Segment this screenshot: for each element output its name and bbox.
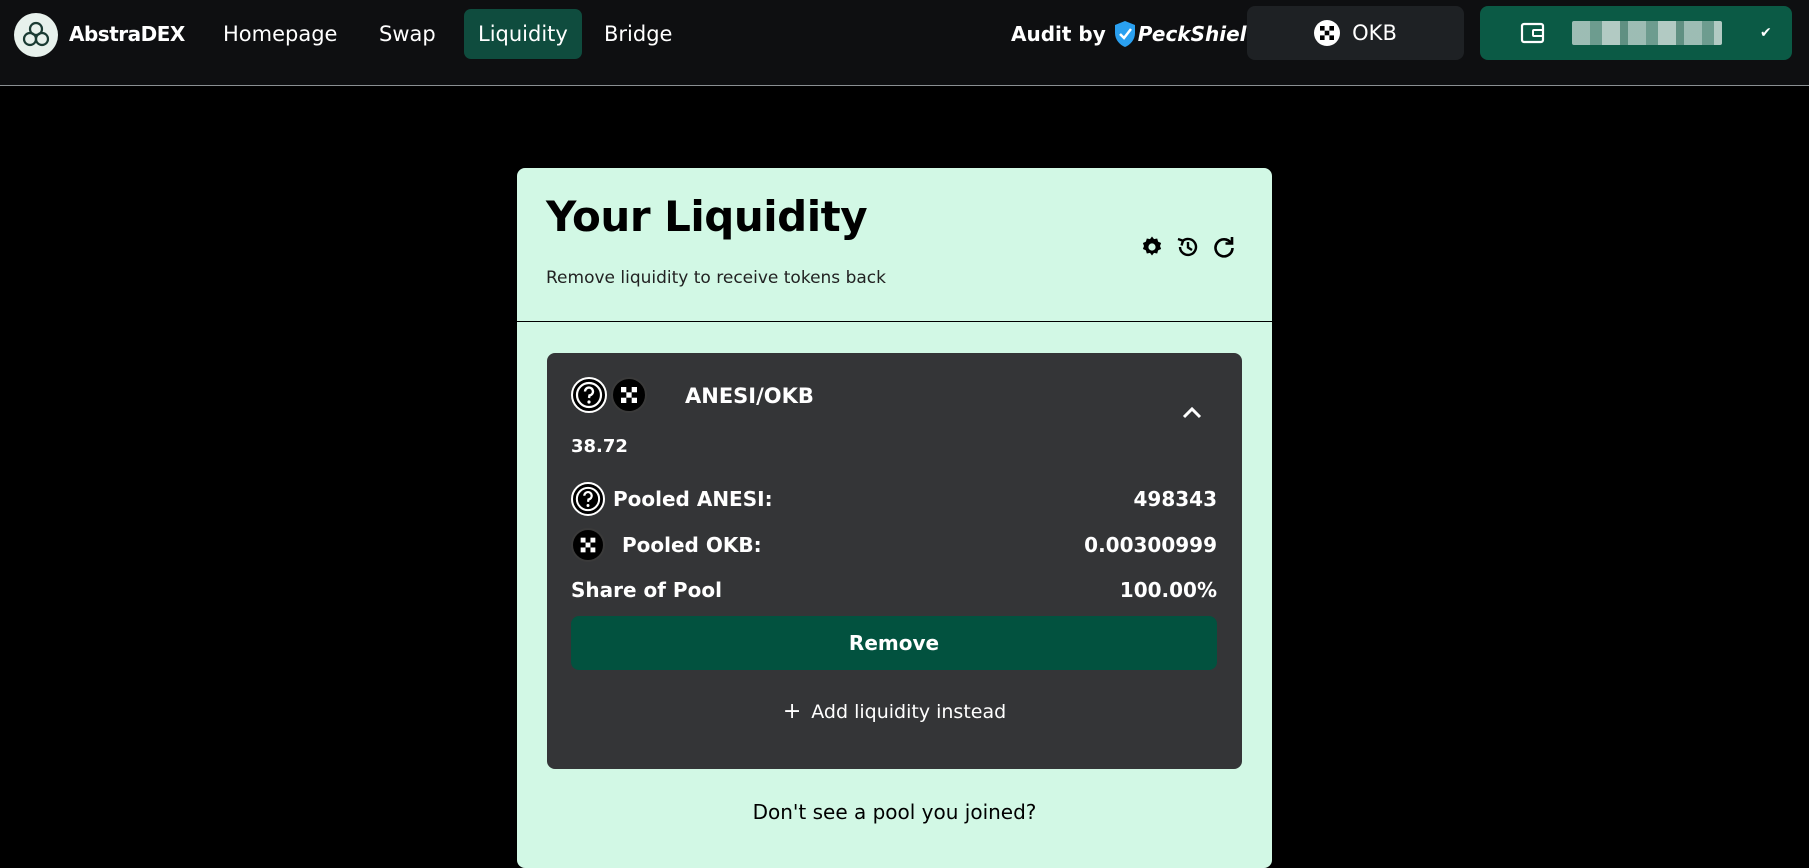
lp-token-balance: 38.72 xyxy=(571,436,628,457)
nav-swap[interactable]: Swap xyxy=(365,9,450,59)
pair-name: ANESI/OKB xyxy=(685,384,814,408)
okb-token-icon xyxy=(571,528,605,562)
pooled-anesi-label: Pooled ANESI: xyxy=(613,487,773,511)
wallet-icon xyxy=(1520,21,1546,45)
abstradex-logo-icon[interactable] xyxy=(14,13,58,57)
card-toolbar xyxy=(1137,232,1239,262)
pooled-okb-label: Pooled OKB: xyxy=(622,533,762,557)
wallet-address-redacted xyxy=(1572,21,1722,45)
okb-token-icon xyxy=(1314,20,1341,46)
dont-see-pool-text: Don't see a pool you joined? xyxy=(752,800,1037,824)
nav-bridge[interactable]: Bridge xyxy=(590,9,686,59)
pair-token-icons xyxy=(571,377,647,413)
share-of-pool-row: Share of Pool 100.00% xyxy=(571,578,1217,602)
chevron-up-icon[interactable] xyxy=(1181,405,1203,425)
add-liquidity-instead-link[interactable]: + Add liquidity instead xyxy=(547,699,1242,724)
your-liquidity-card: Your Liquidity Remove liquidity to recei… xyxy=(517,168,1272,868)
share-of-pool-value: 100.00% xyxy=(1119,578,1217,602)
page-subtitle: Remove liquidity to receive tokens back xyxy=(546,268,886,288)
card-divider xyxy=(517,321,1272,322)
peckshield-shield-icon xyxy=(1114,20,1136,48)
pooled-okb-value: 0.00300999 xyxy=(1084,533,1217,557)
brand-name[interactable]: AbstraDEX xyxy=(69,22,185,46)
settings-gear-icon[interactable] xyxy=(1137,232,1167,262)
plus-icon: + xyxy=(782,699,802,724)
wallet-account-button[interactable]: ✔ xyxy=(1480,6,1792,60)
pooled-okb-row: Pooled OKB: 0.00300999 xyxy=(571,528,1217,562)
auditor-name: PeckShield xyxy=(1137,22,1261,46)
pooled-anesi-value: 498343 xyxy=(1133,487,1218,511)
audit-prefix: Audit by xyxy=(1011,22,1106,46)
pooled-anesi-row: Pooled ANESI: 498343 xyxy=(571,482,1217,516)
nav-homepage[interactable]: Homepage xyxy=(209,9,351,59)
okb-token-icon xyxy=(611,377,647,413)
share-of-pool-label: Share of Pool xyxy=(571,578,722,602)
peckshield-logo: PeckShield xyxy=(1114,20,1261,48)
audit-badge[interactable]: Audit by PeckShield xyxy=(1011,20,1261,48)
top-navigation-bar: AbstraDEX Homepage Swap Liquidity Bridge… xyxy=(0,0,1809,86)
check-icon: ✔ xyxy=(1760,25,1772,41)
unknown-token-question-icon xyxy=(571,482,605,516)
remove-liquidity-button[interactable]: Remove xyxy=(571,616,1217,670)
history-icon[interactable] xyxy=(1173,232,1203,262)
network-selector-button[interactable]: OKB xyxy=(1247,6,1464,60)
network-label: OKB xyxy=(1352,21,1397,45)
refresh-icon[interactable] xyxy=(1209,232,1239,262)
nav-liquidity[interactable]: Liquidity xyxy=(464,9,582,59)
unknown-token-question-icon xyxy=(571,377,607,413)
add-liquidity-label: Add liquidity instead xyxy=(811,701,1007,723)
page-title: Your Liquidity xyxy=(546,192,868,241)
liquidity-position-panel: ANESI/OKB 38.72 Pooled ANESI: 498343 Poo… xyxy=(547,353,1242,769)
